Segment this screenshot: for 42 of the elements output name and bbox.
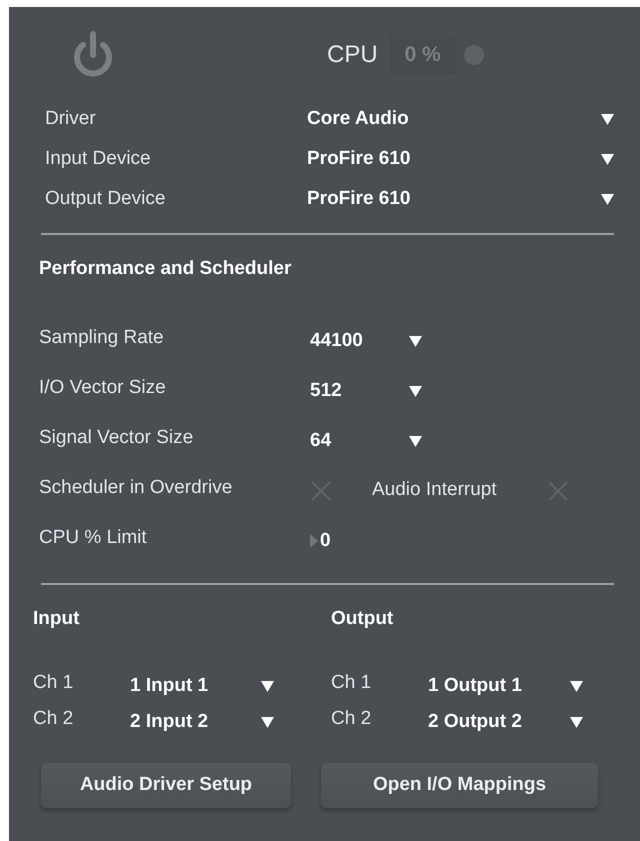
cpu-label: CPU (327, 40, 378, 70)
dropdown-arrow-icon (601, 114, 614, 124)
dropdown-arrow-icon (409, 336, 422, 346)
field-label: Input Device (45, 146, 152, 171)
field-label: Output Device (45, 186, 166, 211)
device-dropdown[interactable]: ProFire 610 (307, 184, 614, 214)
dropdown-arrow-icon (261, 716, 274, 728)
channel-dropdown[interactable]: 1 Input 1 (130, 666, 274, 700)
dropdown-arrow-icon (570, 680, 583, 692)
field-label: Sampling Rate (39, 326, 165, 350)
section-title: Performance and Scheduler (38, 257, 292, 281)
channel-dropdown[interactable]: 2 Output 2 (428, 702, 583, 736)
field-label: Audio Interrupt (372, 478, 498, 502)
dropdown-arrow-icon (570, 716, 583, 728)
triangle-icon (310, 534, 318, 548)
dropdown-arrow-icon (409, 386, 422, 396)
channel-dropdown[interactable]: 1 Output 1 (428, 666, 583, 700)
channel-label: Ch 2 (33, 706, 74, 731)
field-label: Signal Vector Size (39, 426, 194, 450)
field-label: Scheduler in Overdrive (39, 476, 234, 500)
power-icon[interactable] (72, 31, 114, 79)
dropdown-arrow-icon (261, 680, 274, 692)
dropdown-arrow-icon (601, 154, 614, 164)
channel-label: Ch 1 (331, 670, 372, 695)
field-label: Driver (45, 106, 97, 131)
action-button[interactable]: Audio Driver Setup (41, 763, 291, 808)
dropdown-arrow-icon (409, 436, 422, 446)
channel-label: Ch 2 (331, 706, 372, 731)
value-dropdown[interactable]: 64 (310, 420, 422, 456)
channel-label: Ch 1 (33, 670, 74, 695)
value-dropdown[interactable]: 512 (310, 370, 422, 406)
dropdown-arrow-icon (601, 194, 614, 204)
number-field[interactable]: 0 (320, 526, 331, 556)
value-dropdown[interactable]: 44100 (310, 320, 422, 356)
section-title: Output (331, 607, 394, 631)
field-label: I/O Vector Size (39, 376, 167, 400)
channel-dropdown[interactable]: 2 Input 2 (130, 702, 274, 736)
section-title: Input (33, 607, 80, 631)
action-button[interactable]: Open I/O Mappings (321, 763, 598, 808)
field-label: CPU % Limit (39, 526, 148, 550)
device-dropdown[interactable]: ProFire 610 (307, 144, 614, 174)
device-dropdown[interactable]: Core Audio (307, 104, 614, 134)
